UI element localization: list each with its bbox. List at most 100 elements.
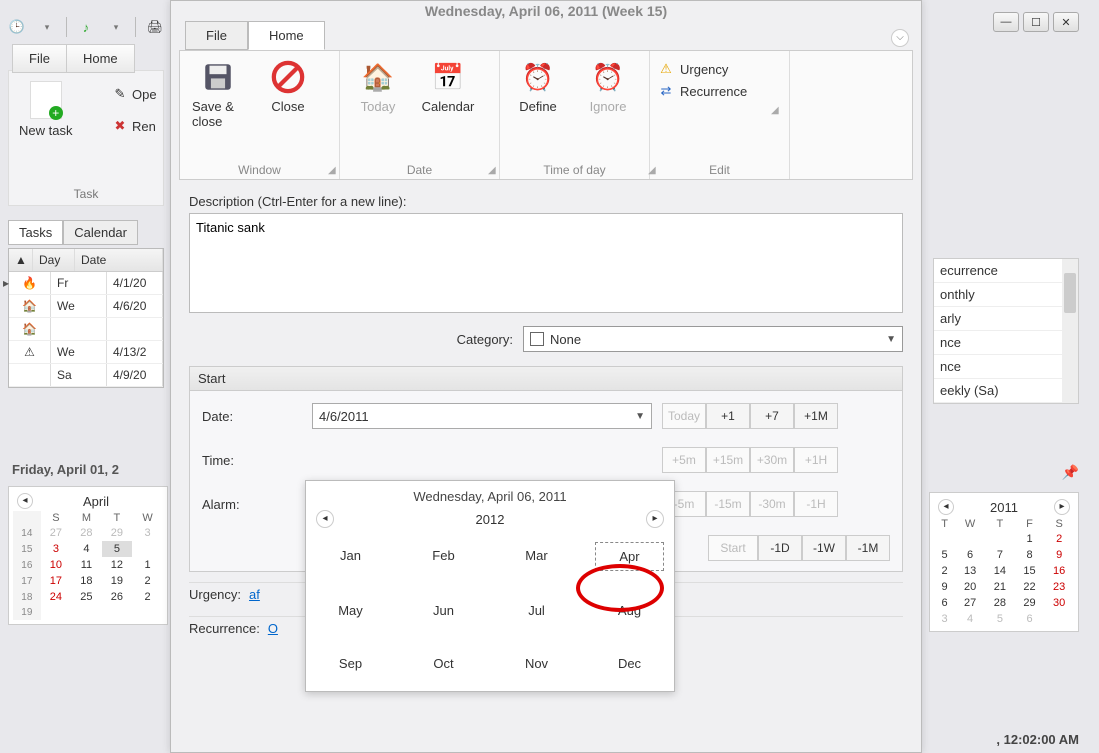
month-sep[interactable]: Sep [316, 650, 385, 677]
calendar-day[interactable] [1044, 611, 1074, 627]
list-item[interactable]: eekly (Sa) [934, 379, 1078, 403]
description-input[interactable] [189, 213, 903, 313]
calendar-day[interactable]: 14 [985, 563, 1015, 579]
quick-1M[interactable]: -1M [846, 535, 890, 561]
quick-30m[interactable]: +30m [750, 447, 794, 473]
list-item[interactable]: ecurrence [934, 259, 1078, 283]
calendar-day[interactable]: 5 [102, 541, 132, 557]
calendar-day[interactable]: 2 [132, 589, 163, 605]
close-button[interactable]: Close [258, 55, 318, 118]
calendar-day[interactable] [985, 531, 1015, 547]
month-feb[interactable]: Feb [409, 542, 478, 571]
calendar-day[interactable]: 9 [1044, 547, 1074, 563]
calendar-day[interactable]: 29 [1015, 595, 1045, 611]
quick-30m[interactable]: -30m [750, 491, 794, 517]
calendar-day[interactable]: 12 [102, 557, 132, 573]
table-row[interactable]: 🏠We4/6/20 [9, 295, 163, 318]
clock-icon[interactable]: 🕒 [6, 16, 28, 38]
grid-header-icon[interactable]: ▲ [9, 249, 33, 271]
calendar-day[interactable]: 29 [102, 525, 132, 541]
calendar-day[interactable]: 28 [985, 595, 1015, 611]
calendar-day[interactable] [102, 605, 132, 620]
calendar-day[interactable]: 19 [102, 573, 132, 589]
month-jun[interactable]: Jun [409, 597, 478, 624]
quick-7[interactable]: +7 [750, 403, 794, 429]
calendar-day[interactable] [71, 605, 101, 620]
calendar-day[interactable]: 25 [71, 589, 101, 605]
define-time-button[interactable]: ⏰ Define [508, 55, 568, 118]
calendar-day[interactable]: 6 [955, 547, 985, 563]
calendar-button[interactable]: 📅 Calendar [418, 55, 478, 118]
grid-header-day[interactable]: Day [33, 249, 75, 271]
month-dec[interactable]: Dec [595, 650, 664, 677]
calendar-day[interactable]: 9 [934, 579, 955, 595]
calendar-day[interactable]: 30 [1044, 595, 1074, 611]
calendar-day[interactable]: 24 [41, 589, 71, 605]
calendar-day[interactable]: 18 [71, 573, 101, 589]
month-jul[interactable]: Jul [502, 597, 571, 624]
datepicker-next[interactable]: ▸ [646, 510, 664, 528]
remove-button[interactable]: ✖Ren [112, 118, 157, 134]
quick-1[interactable]: +1 [706, 403, 750, 429]
month-oct[interactable]: Oct [409, 650, 478, 677]
list-item[interactable]: arly [934, 307, 1078, 331]
quick-Today[interactable]: Today [662, 403, 706, 429]
calendar-day[interactable]: 5 [934, 547, 955, 563]
grid-header-date[interactable]: Date [75, 249, 163, 271]
tab-calendar[interactable]: Calendar [63, 220, 138, 245]
date-input[interactable]: 4/6/2011 [312, 403, 652, 429]
calendar-day[interactable]: 16 [1044, 563, 1074, 579]
music-note-icon[interactable]: ♪ [75, 16, 97, 38]
pin-icon[interactable]: 📌 [1062, 464, 1079, 481]
calendar-day[interactable]: 17 [41, 573, 71, 589]
calendar-day[interactable]: 2 [1044, 531, 1074, 547]
month-may[interactable]: May [316, 597, 385, 624]
prev-year-button[interactable]: ◂ [938, 499, 954, 515]
calendar-day[interactable]: 2 [934, 563, 955, 579]
calendar-day[interactable]: 27 [41, 525, 71, 541]
calendar-day[interactable]: 28 [71, 525, 101, 541]
calendar-day[interactable]: 4 [71, 541, 101, 557]
calendar-day[interactable] [955, 531, 985, 547]
calendar-day[interactable]: 22 [1015, 579, 1045, 595]
quick-1D[interactable]: -1D [758, 535, 802, 561]
quick-1W[interactable]: -1W [802, 535, 846, 561]
calendar-day[interactable]: 11 [71, 557, 101, 573]
calendar-day[interactable] [132, 541, 163, 557]
calendar-day[interactable]: 3 [132, 525, 163, 541]
collapse-ribbon-button[interactable]: ⌵ [891, 29, 909, 47]
calendar-day[interactable] [41, 605, 71, 620]
list-item[interactable]: onthly [934, 283, 1078, 307]
recurrence-button[interactable]: ⇄ Recurrence [658, 83, 747, 99]
menu-home[interactable]: Home [66, 44, 135, 73]
table-row[interactable]: ⚠We4/13/2 [9, 341, 163, 364]
month-nov[interactable]: Nov [502, 650, 571, 677]
calendar-day[interactable]: 3 [934, 611, 955, 627]
calendar-day[interactable] [934, 531, 955, 547]
quick-5m[interactable]: +5m [662, 447, 706, 473]
datepicker-prev[interactable]: ◂ [316, 510, 334, 528]
month-jan[interactable]: Jan [316, 542, 385, 571]
maximize-button[interactable]: ☐ [1023, 12, 1049, 32]
quick-15m[interactable]: -15m [706, 491, 750, 517]
ignore-time-button[interactable]: ⏰ Ignore [578, 55, 638, 118]
table-row[interactable]: ▸🔥Fr4/1/20 [9, 272, 163, 295]
list-item[interactable]: nce [934, 331, 1078, 355]
dropdown-icon[interactable]: ▾ [36, 16, 58, 38]
calendar-day[interactable]: 21 [985, 579, 1015, 595]
calendar-day[interactable]: 6 [934, 595, 955, 611]
print-icon[interactable]: 🖨 [144, 16, 166, 38]
table-row[interactable]: 🏠 [9, 318, 163, 341]
quick-1M[interactable]: +1M [794, 403, 838, 429]
tab-tasks[interactable]: Tasks [8, 220, 63, 245]
month-mar[interactable]: Mar [502, 542, 571, 571]
calendar-day[interactable]: 27 [955, 595, 985, 611]
calendar-day[interactable]: 5 [985, 611, 1015, 627]
list-item[interactable]: nce [934, 355, 1078, 379]
quick-15m[interactable]: +15m [706, 447, 750, 473]
calendar-day[interactable]: 13 [955, 563, 985, 579]
menu-file[interactable]: File [12, 44, 66, 73]
quick-Start[interactable]: Start [708, 535, 758, 561]
scrollbar[interactable] [1062, 259, 1078, 403]
dialog-tab-home[interactable]: Home [248, 21, 325, 50]
